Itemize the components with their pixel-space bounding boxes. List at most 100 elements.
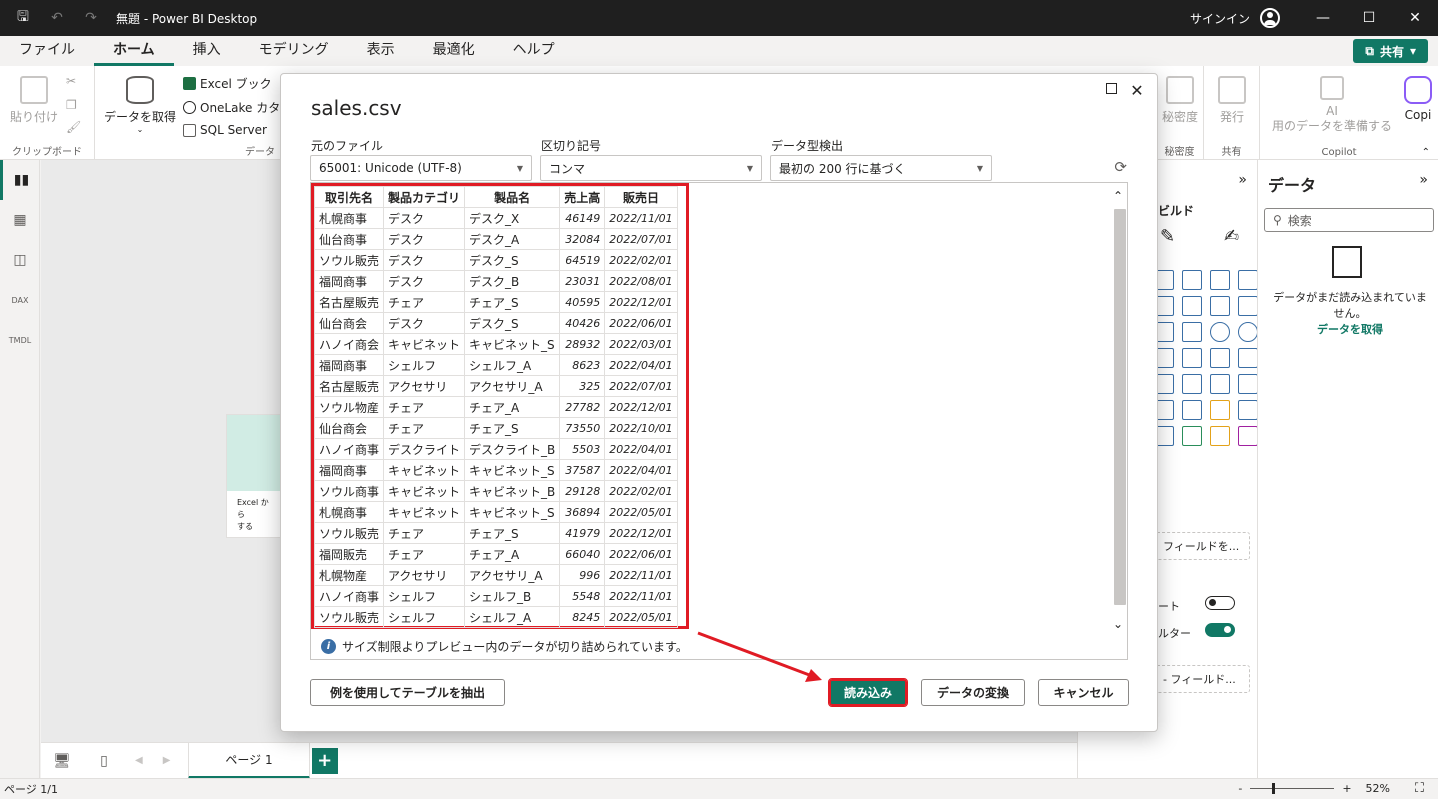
table-cell: デスク (383, 228, 466, 250)
detect-type-label: データ型検出 (771, 139, 844, 153)
scroll-down-icon[interactable]: ⌄ (1113, 617, 1123, 631)
table-cell: キャビネット_S (464, 333, 561, 355)
table-cell: デスク_X (464, 207, 561, 229)
chevron-down-icon: ▼ (746, 164, 753, 173)
table-cell: シェルフ (383, 606, 466, 628)
delimiter-label: 区切り記号 (541, 139, 602, 153)
table-cell: ソウル販売 (313, 249, 385, 271)
table-cell: 41979 (559, 522, 606, 544)
table-cell: デスク_S (464, 312, 561, 334)
table-cell: デスク (383, 207, 466, 229)
table-cell: デスク (383, 312, 466, 334)
table-row: 福岡販売 チェア チェア_A 66040 2022/06/01 (313, 543, 678, 565)
table-cell: 5503 (559, 438, 606, 460)
table-cell: キャビネット_S (464, 459, 561, 481)
table-row: 札幌商事 デスク デスク_X 46149 2022/11/01 (313, 207, 678, 229)
scroll-thumb[interactable] (1114, 209, 1126, 605)
table-cell: 2022/12/01 (604, 396, 678, 418)
column-header-category: 製品カテゴリ (383, 186, 466, 208)
table-row: 仙台商会 チェア チェア_S 73550 2022/10/01 (313, 417, 678, 439)
table-row: ソウル販売 チェア チェア_S 41979 2022/12/01 (313, 522, 678, 544)
table-cell: ハノイ商事 (313, 438, 385, 460)
table-cell: キャビネット (383, 480, 466, 502)
maximize-dialog-icon[interactable] (1106, 83, 1117, 94)
table-cell: デスクライト (383, 438, 466, 460)
cancel-button[interactable]: キャンセル (1038, 679, 1129, 706)
table-cell: 2022/04/01 (604, 459, 678, 481)
table-cell: デスク_B (464, 270, 561, 292)
table-cell: 40426 (559, 312, 606, 334)
table-row: 札幌商事 キャビネット キャビネット_S 36894 2022/05/01 (313, 501, 678, 523)
table-cell: 2022/06/01 (604, 312, 678, 334)
table-cell: 2022/03/01 (604, 333, 678, 355)
table-row: 福岡商事 キャビネット キャビネット_S 37587 2022/04/01 (313, 459, 678, 481)
table-cell: キャビネット (383, 333, 466, 355)
preview-table: 取引先名 製品カテゴリ 製品名 売上高 販売日 札幌商事 デスク デスク_X 46149 202… (313, 186, 678, 628)
table-cell: 2022/04/01 (604, 354, 678, 376)
table-cell: 325 (559, 375, 606, 397)
table-cell: チェア (383, 543, 466, 565)
table-cell: 2022/11/01 (604, 207, 678, 229)
data-preview: 取引先名 製品カテゴリ 製品名 売上高 販売日 札幌商事 デスク デスク_X 46149 202… (310, 182, 1128, 660)
table-cell: 29128 (559, 480, 606, 502)
table-cell: ハノイ商事 (313, 585, 385, 607)
table-cell: デスク (383, 249, 466, 271)
table-cell: 2022/10/01 (604, 417, 678, 439)
table-cell: アクセサリ_A (464, 375, 561, 397)
table-header-row: 取引先名 製品カテゴリ 製品名 売上高 販売日 (313, 186, 678, 208)
table-cell: 27782 (559, 396, 606, 418)
table-row: 名古屋販売 アクセサリ アクセサリ_A 325 2022/07/01 (313, 375, 678, 397)
table-cell: 福岡販売 (313, 543, 385, 565)
table-row: 仙台商事 デスク デスク_A 32084 2022/07/01 (313, 228, 678, 250)
table-cell: 札幌物産 (313, 564, 385, 586)
file-origin-select[interactable]: 65001: Unicode (UTF-8) ▼ (310, 155, 532, 181)
table-cell: 2022/02/01 (604, 480, 678, 502)
refresh-preview-icon[interactable]: ⟳ (1114, 158, 1127, 176)
scroll-up-icon[interactable]: ⌃ (1113, 189, 1123, 203)
table-cell: アクセサリ_A (464, 564, 561, 586)
table-row: ソウル商事 キャビネット キャビネット_B 29128 2022/02/01 (313, 480, 678, 502)
chevron-down-icon: ▼ (976, 164, 983, 173)
table-cell: 73550 (559, 417, 606, 439)
delimiter-select[interactable]: コンマ ▼ (540, 155, 762, 181)
table-row: 福岡商事 シェルフ シェルフ_A 8623 2022/04/01 (313, 354, 678, 376)
truncation-notice: i サイズ制限よりプレビュー内のデータが切り詰められています。 (321, 638, 688, 655)
preview-scrollbar[interactable]: ⌃ ⌄ (1111, 183, 1127, 641)
table-row: 札幌物産 アクセサリ アクセサリ_A 996 2022/11/01 (313, 564, 678, 586)
dialog-title: sales.csv (311, 96, 402, 120)
table-cell: シェルフ_A (464, 354, 561, 376)
table-cell: チェア_S (464, 417, 561, 439)
csv-import-dialog: sales.csv ✕ 元のファイル 65001: Unicode (UTF-8… (280, 73, 1158, 732)
table-cell: 仙台商会 (313, 417, 385, 439)
table-cell: 5548 (559, 585, 606, 607)
table-row: 福岡商事 デスク デスク_B 23031 2022/08/01 (313, 270, 678, 292)
table-cell: アクセサリ (383, 564, 466, 586)
table-cell: 仙台商事 (313, 228, 385, 250)
detect-type-select[interactable]: 最初の 200 行に基づく ▼ (770, 155, 992, 181)
table-cell: 996 (559, 564, 606, 586)
table-cell: アクセサリ (383, 375, 466, 397)
close-dialog-icon[interactable]: ✕ (1125, 78, 1149, 102)
column-header-account: 取引先名 (313, 186, 385, 208)
transform-data-button[interactable]: データの変換 (921, 679, 1025, 706)
dialog-overlay: sales.csv ✕ 元のファイル 65001: Unicode (UTF-8… (0, 0, 1438, 799)
info-icon: i (321, 639, 336, 654)
table-cell: デスク_A (464, 228, 561, 250)
table-cell: 札幌商事 (313, 207, 385, 229)
table-cell: 名古屋販売 (313, 291, 385, 313)
table-cell: ソウル販売 (313, 522, 385, 544)
table-cell: シェルフ (383, 585, 466, 607)
table-row: ソウル販売 シェルフ シェルフ_A 8245 2022/05/01 (313, 606, 678, 628)
table-cell: キャビネット_B (464, 480, 561, 502)
extract-table-button[interactable]: 例を使用してテーブルを抽出 (310, 679, 505, 706)
table-cell: 仙台商会 (313, 312, 385, 334)
table-row: ソウル物産 チェア チェア_A 27782 2022/12/01 (313, 396, 678, 418)
table-cell: チェア (383, 291, 466, 313)
table-cell: ソウル商事 (313, 480, 385, 502)
table-cell: 2022/07/01 (604, 375, 678, 397)
load-button[interactable]: 読み込み (828, 678, 908, 707)
table-cell: 2022/06/01 (604, 543, 678, 565)
table-cell: 札幌商事 (313, 501, 385, 523)
table-cell: ソウル販売 (313, 606, 385, 628)
table-cell: 福岡商事 (313, 459, 385, 481)
